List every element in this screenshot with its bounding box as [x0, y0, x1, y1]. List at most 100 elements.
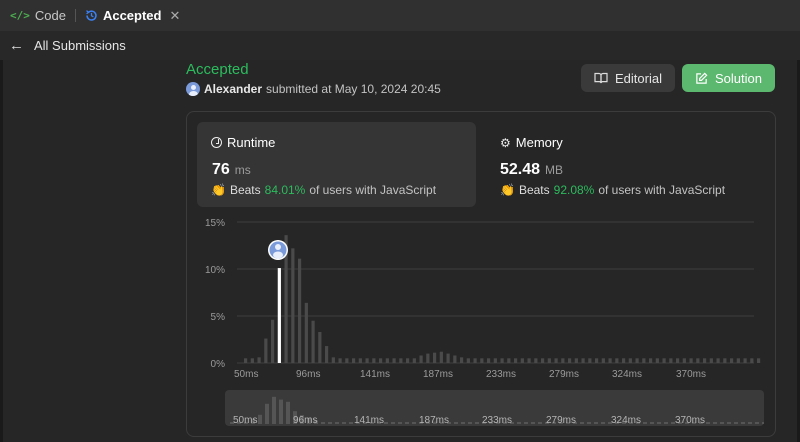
close-icon[interactable]: ✕: [169, 8, 180, 24]
histogram-bar[interactable]: [534, 358, 538, 363]
histogram-bar[interactable]: [338, 358, 342, 363]
histogram-bar[interactable]: [635, 358, 639, 363]
avatar[interactable]: [186, 82, 200, 96]
histogram-bar[interactable]: [291, 248, 295, 363]
chart-range-navigator[interactable]: 50ms 96ms 141ms 187ms 233ms 279ms 324ms 370ms: [225, 390, 766, 426]
histogram-bar[interactable]: [358, 358, 362, 363]
navigator-bar: [587, 422, 591, 424]
histogram-bar[interactable]: [372, 358, 376, 363]
histogram-bar[interactable]: [419, 355, 423, 363]
histogram-bar[interactable]: [406, 358, 410, 363]
histogram-bar[interactable]: [325, 346, 329, 363]
histogram-bar[interactable]: [250, 358, 254, 363]
histogram-bar[interactable]: [615, 358, 619, 363]
navigator-bar: [272, 396, 276, 424]
histogram-bar[interactable]: [446, 353, 450, 363]
histogram-bar[interactable]: [588, 358, 592, 363]
histogram-bar[interactable]: [757, 358, 761, 363]
histogram-bar[interactable]: [500, 358, 504, 363]
your-submission-marker[interactable]: [268, 240, 288, 260]
histogram-bar[interactable]: [703, 358, 707, 363]
histogram-bar[interactable]: [318, 331, 322, 363]
histogram-bar[interactable]: [743, 358, 747, 363]
histogram-bar[interactable]: [271, 319, 275, 363]
histogram-bar[interactable]: [244, 358, 248, 363]
histogram-bar[interactable]: [311, 320, 315, 363]
histogram-bar[interactable]: [520, 358, 524, 363]
histogram-bar[interactable]: [561, 358, 565, 363]
range-navigator-chart[interactable]: 50ms 96ms 141ms 187ms 233ms 279ms 324ms 370ms: [225, 390, 766, 426]
editorial-button[interactable]: Editorial: [581, 64, 675, 92]
histogram-bar[interactable]: [345, 358, 349, 363]
navigator-bar: [279, 399, 283, 424]
histogram-bar[interactable]: [412, 358, 416, 363]
histogram-bar[interactable]: [466, 358, 470, 363]
solution-button[interactable]: Solution: [682, 64, 775, 92]
histogram-bar[interactable]: [595, 358, 599, 363]
avatar-head: [275, 244, 281, 250]
histogram-bar[interactable]: [379, 358, 383, 363]
clap-icon: 👏: [500, 183, 515, 197]
histogram-bar[interactable]: [601, 358, 605, 363]
histogram-bar[interactable]: [709, 358, 713, 363]
histogram-bar[interactable]: [385, 358, 389, 363]
histogram-bar[interactable]: [547, 358, 551, 363]
histogram-bar[interactable]: [493, 358, 497, 363]
histogram-bar[interactable]: [649, 358, 653, 363]
histogram-bar[interactable]: [460, 357, 464, 363]
histogram-bar[interactable]: [716, 358, 720, 363]
histogram-bar[interactable]: [399, 358, 403, 363]
histogram-bar[interactable]: [669, 358, 673, 363]
navigator-x-label: 50ms: [233, 415, 257, 426]
histogram-bar[interactable]: [689, 358, 693, 363]
histogram-bar[interactable]: [480, 358, 484, 363]
histogram-bar[interactable]: [331, 357, 335, 363]
histogram-bar[interactable]: [298, 258, 302, 363]
navigator-x-label: 324ms: [611, 415, 641, 426]
submitted-at: submitted at May 10, 2024 20:45: [266, 82, 441, 96]
runtime-distribution-chart[interactable]: 15% 10% 5% 0% 50ms 96ms 141ms 187ms 233ms 279ms 3…: [197, 213, 767, 383]
histogram-bar[interactable]: [541, 358, 545, 363]
histogram-bar[interactable]: [439, 351, 443, 363]
histogram-bar[interactable]: [682, 358, 686, 363]
histogram-bar[interactable]: [453, 355, 457, 363]
histogram-bar[interactable]: [554, 358, 558, 363]
histogram-bar[interactable]: [736, 358, 740, 363]
histogram-bar[interactable]: [581, 358, 585, 363]
histogram-bar[interactable]: [365, 358, 369, 363]
histogram-bar[interactable]: [426, 353, 430, 363]
histogram-bar[interactable]: [750, 358, 754, 363]
histogram-bar[interactable]: [676, 358, 680, 363]
histogram-bar[interactable]: [730, 358, 734, 363]
memory-label-row[interactable]: ⚙ Memory: [500, 135, 563, 150]
histogram-bar[interactable]: [352, 358, 356, 363]
histogram-bar[interactable]: [527, 358, 531, 363]
histogram-bar[interactable]: [662, 358, 666, 363]
navigator-bar: [594, 422, 598, 424]
histogram-bar[interactable]: [696, 358, 700, 363]
histogram-bar[interactable]: [514, 358, 518, 363]
submitter-name[interactable]: Alexander: [204, 82, 262, 96]
histogram-bar[interactable]: [473, 358, 477, 363]
tab-accepted-label: Accepted: [102, 8, 162, 23]
histogram-bar[interactable]: [655, 358, 659, 363]
histogram-bar[interactable]: [568, 358, 572, 363]
histogram-bar[interactable]: [487, 358, 491, 363]
tab-accepted[interactable]: Accepted ✕: [85, 8, 180, 24]
histogram-bar[interactable]: [628, 358, 632, 363]
histogram-bar[interactable]: [392, 358, 396, 363]
histogram-bar[interactable]: [264, 338, 268, 363]
back-to-submissions[interactable]: ← All Submissions: [0, 31, 800, 60]
histogram-bar[interactable]: [304, 302, 308, 363]
histogram-bar[interactable]: [257, 357, 261, 363]
back-label: All Submissions: [34, 38, 126, 53]
histogram-bar[interactable]: [622, 358, 626, 363]
histogram-bar[interactable]: [642, 358, 646, 363]
your-submission-bar[interactable]: [277, 268, 281, 363]
tab-code[interactable]: </> Code: [10, 8, 66, 23]
histogram-bar[interactable]: [433, 352, 437, 363]
histogram-bar[interactable]: [507, 358, 511, 363]
histogram-bar[interactable]: [608, 358, 612, 363]
histogram-bar[interactable]: [574, 358, 578, 363]
histogram-bar[interactable]: [723, 358, 727, 363]
